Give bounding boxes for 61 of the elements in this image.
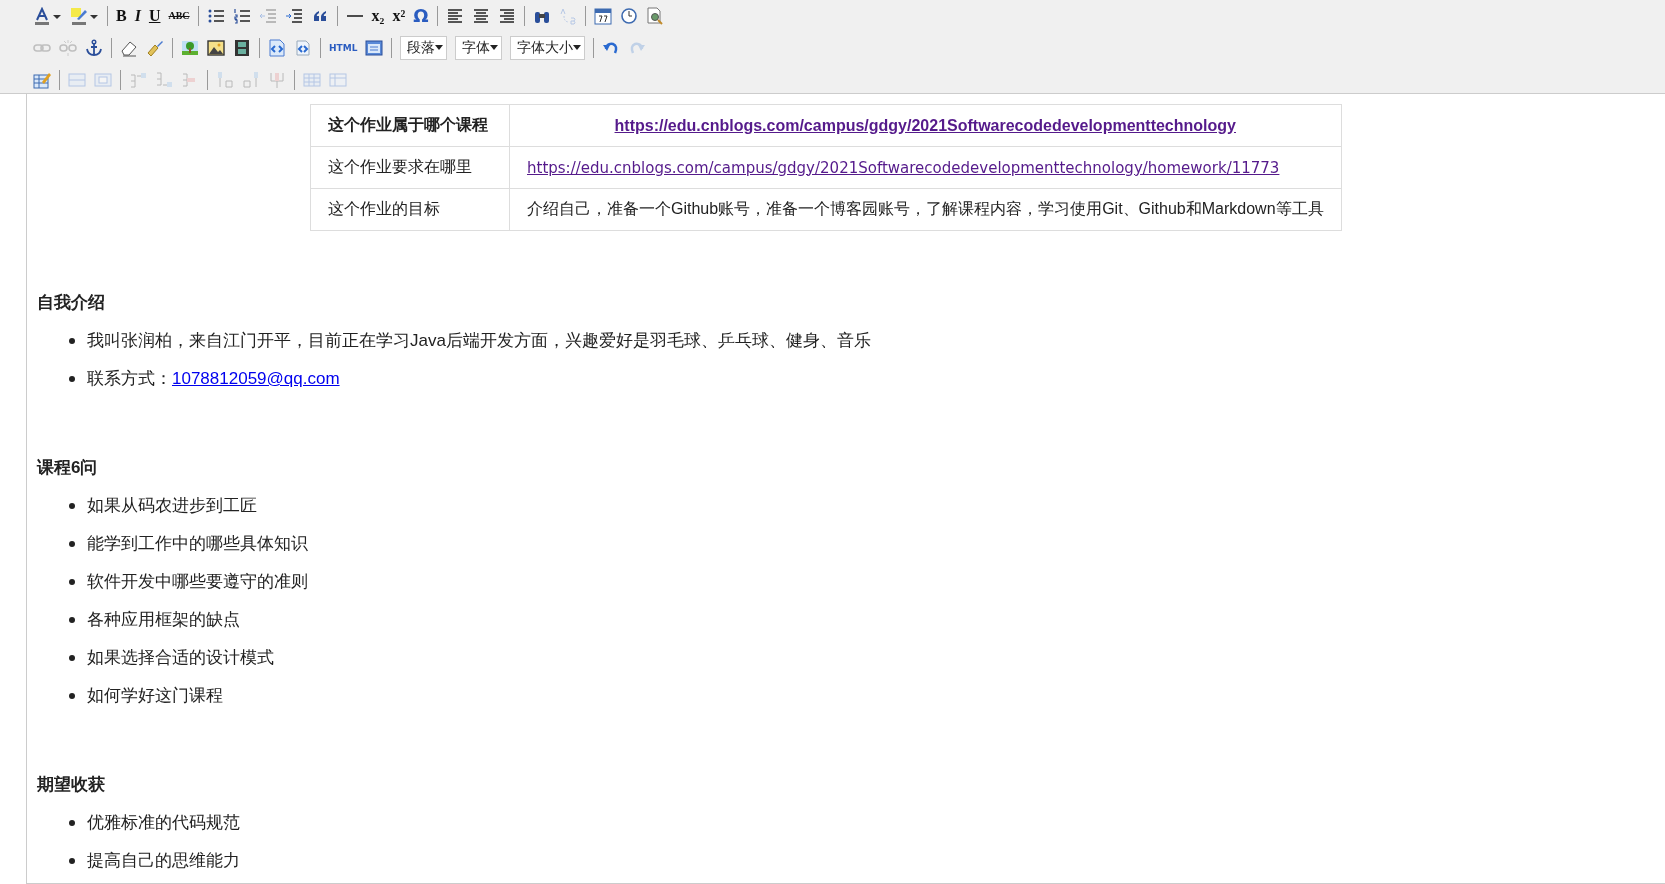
- toolbar-button[interactable]: I: [134, 6, 141, 25]
- caret-icon: [490, 45, 499, 50]
- code-page-icon[interactable]: [268, 38, 286, 57]
- bullet-icon: [69, 338, 75, 344]
- bullet-icon: [69, 503, 75, 509]
- dropdown[interactable]: 段落: [400, 35, 448, 60]
- magnifier-page-icon[interactable]: [645, 6, 664, 25]
- anchor-icon[interactable]: [85, 38, 103, 57]
- numbered-list-icon[interactable]: [232, 6, 251, 25]
- bullet-icon: [69, 820, 75, 826]
- caret-icon: [573, 45, 582, 50]
- highlighter-icon[interactable]: [70, 6, 88, 25]
- table-cell: 这个作业的目标: [310, 188, 510, 231]
- table-cell-text: 介绍自己，准备一个Github账号，准备一个博客园账号，了解课程内容，学习使用Git、Github和Markdown等工具: [527, 200, 1324, 217]
- section-heading: 课程6问: [37, 457, 99, 479]
- list-item-text: 优雅标准的代码规范: [87, 812, 240, 834]
- list-item-text: 能学到工作中的哪些具体知识: [87, 533, 308, 555]
- window-icon[interactable]: [365, 38, 384, 57]
- toolbar-button[interactable]: ABC: [168, 6, 190, 25]
- tree-picture-icon[interactable]: [181, 38, 199, 57]
- bullet-icon: [69, 376, 75, 382]
- bullet-icon: [69, 655, 75, 661]
- image-icon[interactable]: [207, 38, 225, 57]
- list-item-text: 如果选择合适的设计模式: [87, 647, 274, 669]
- dropdown[interactable]: 字体: [455, 35, 503, 60]
- code-page-icon[interactable]: [294, 38, 312, 57]
- bullet-icon: [69, 858, 75, 864]
- toolbar-button[interactable]: x²: [392, 6, 406, 25]
- align-left-icon[interactable]: [445, 6, 464, 25]
- table-cell: 这个作业属于哪个课程: [310, 104, 510, 147]
- clock-icon[interactable]: [619, 6, 638, 25]
- list-item-text: 提高自己的思维能力: [87, 850, 240, 872]
- toolbar-button[interactable]: U: [148, 6, 161, 25]
- list-item-text: 软件开发中哪些要遵守的准则: [87, 571, 308, 593]
- calendar-icon[interactable]: [593, 6, 612, 25]
- bullet-icon: [69, 693, 75, 699]
- section-heading: 期望收获: [37, 774, 106, 796]
- align-right-icon[interactable]: [497, 6, 516, 25]
- table-cell: 这个作业要求在哪里: [310, 146, 510, 189]
- bullet-icon: [69, 617, 75, 623]
- email-link[interactable]: 1078812059@qq.com: [172, 368, 340, 390]
- list-item-text: 联系方式：: [87, 368, 172, 390]
- film-strip-icon[interactable]: [233, 38, 251, 57]
- align-center-icon[interactable]: [471, 6, 490, 25]
- indent-icon[interactable]: [284, 6, 303, 25]
- text-color-icon[interactable]: [33, 6, 51, 25]
- list-item-text: 我叫张润柏，来自江门开平，目前正在学习Java后端开发方面，兴趣爱好是羽毛球、乒乓球、健身、音乐: [87, 330, 871, 352]
- dropdown[interactable]: 字体大小: [510, 35, 586, 60]
- table-pencil-icon[interactable]: [33, 70, 51, 89]
- list-item-text: 各种应用框架的缺点: [87, 609, 240, 631]
- toolbar-button[interactable]: Ω: [413, 6, 429, 25]
- bullet-icon: [69, 579, 75, 585]
- caret-icon: [435, 45, 444, 50]
- list-item-text: 如果从码农进步到工匠: [87, 495, 257, 517]
- list-item-text: 如何学好这门课程: [87, 685, 223, 707]
- brush-icon[interactable]: [146, 38, 164, 57]
- toolbar-button[interactable]: B: [116, 6, 127, 25]
- toolbar-button[interactable]: x₂: [371, 6, 385, 25]
- bullet-icon: [69, 541, 75, 547]
- section-heading: 自我介绍: [37, 292, 106, 314]
- toolbar-button[interactable]: HTML: [329, 38, 358, 57]
